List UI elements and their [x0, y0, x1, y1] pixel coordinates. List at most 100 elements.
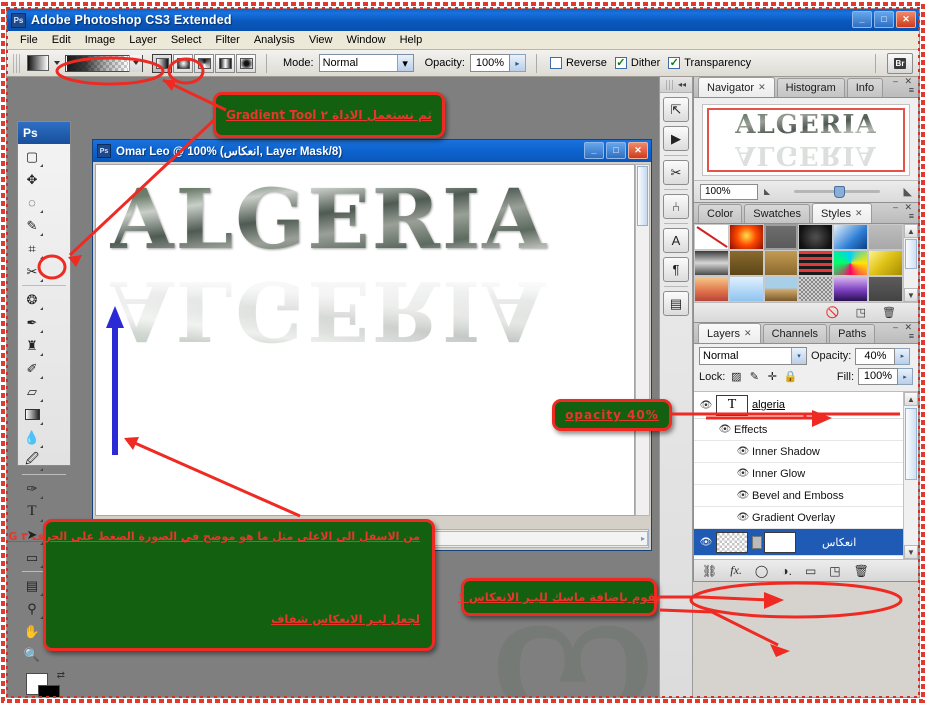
go-to-bridge-button[interactable]: Br: [887, 52, 913, 74]
hand-tool[interactable]: ✋: [19, 620, 45, 643]
document-minimize-button[interactable]: _: [584, 142, 604, 159]
opacity-slider-arrow-icon[interactable]: ▸: [509, 54, 526, 72]
dither-checkbox[interactable]: ✓ Dither: [614, 57, 660, 69]
style-swatch-confetti[interactable]: [833, 250, 869, 276]
slider-knob[interactable]: [834, 185, 846, 198]
opacity-input[interactable]: 100%: [469, 54, 510, 72]
style-swatch-brown-satin[interactable]: [728, 250, 764, 276]
reflected-gradient-button[interactable]: [215, 53, 235, 73]
clear-style-icon[interactable]: 🚫: [826, 306, 840, 319]
canvas-vertical-scrollbar[interactable]: [635, 164, 650, 516]
layers-palette-menu-icon[interactable]: ≡: [909, 331, 914, 341]
navigator-thumbnail[interactable]: ALGERIA ALGERIA: [702, 104, 910, 176]
maximize-button[interactable]: □: [874, 11, 894, 28]
options-bar-grip[interactable]: [13, 53, 20, 73]
layer-opacity-slider-icon[interactable]: ▸: [895, 347, 911, 365]
table-row[interactable]: 👁 انعكاس: [694, 529, 918, 556]
actions-panel-icon[interactable]: ▶: [663, 126, 689, 151]
background-color-swatch[interactable]: [38, 685, 60, 697]
eyedropper-tool[interactable]: ⚲: [19, 597, 45, 620]
dock-collapse-row[interactable]: ◂◂: [660, 77, 692, 93]
link-layers-icon[interactable]: ⛓: [702, 564, 717, 578]
pen-tool[interactable]: ✑: [19, 477, 45, 500]
effect-visibility-icon[interactable]: 👁: [734, 512, 752, 523]
new-layer-icon[interactable]: ◳: [829, 564, 840, 578]
transparency-checkbox[interactable]: ✓ Transparency: [668, 57, 751, 69]
style-swatch-dark-gray[interactable]: [868, 276, 903, 302]
menu-edit[interactable]: Edit: [45, 32, 78, 48]
new-adjustment-layer-icon[interactable]: ◑.: [781, 564, 792, 578]
eraser-tool[interactable]: ▱: [19, 380, 45, 403]
document-title-bar[interactable]: Ps Omar Leo @ 100% (انعكاس, Layer Mask/8…: [93, 140, 651, 162]
style-swatch-horizon[interactable]: [763, 276, 799, 302]
layer-fill-input[interactable]: 100%: [858, 368, 898, 385]
style-swatch-gray-bevel[interactable]: [763, 224, 799, 250]
menu-select[interactable]: Select: [164, 32, 209, 48]
style-swatch-noise[interactable]: [798, 276, 834, 302]
tab-channels[interactable]: Channels: [762, 324, 828, 343]
tab-layers[interactable]: Layers ✕: [698, 323, 761, 343]
tab-histogram[interactable]: Histogram: [776, 78, 845, 97]
effect-visibility-icon[interactable]: 👁: [734, 490, 752, 501]
navigator-view-box[interactable]: [707, 108, 905, 172]
menu-filter[interactable]: Filter: [208, 32, 246, 48]
new-group-icon[interactable]: ▭: [805, 564, 816, 578]
canvas[interactable]: ALGERIA ALGERIA: [95, 164, 635, 516]
minimize-button[interactable]: _: [852, 11, 872, 28]
add-layer-style-icon[interactable]: fx.: [730, 563, 742, 578]
list-item[interactable]: 👁 Bevel and Emboss: [694, 485, 918, 507]
style-swatch-flat-gray[interactable]: [868, 224, 903, 250]
style-swatch-stripes[interactable]: [798, 250, 834, 276]
style-swatch-sunset[interactable]: [694, 276, 729, 302]
layer-thumbnail[interactable]: T: [716, 394, 748, 416]
menu-layer[interactable]: Layer: [122, 32, 164, 48]
zoom-tool[interactable]: 🔍: [19, 643, 45, 666]
layers-list[interactable]: 👁 T algeria fx 👁 Effects 👁 Inner Shadow: [694, 391, 918, 559]
tab-swatches[interactable]: Swatches: [744, 204, 810, 223]
close-button[interactable]: ✕: [896, 11, 916, 28]
add-layer-mask-icon[interactable]: ◯: [755, 564, 768, 578]
list-item[interactable]: 👁 Gradient Overlay: [694, 507, 918, 529]
menu-help[interactable]: Help: [393, 32, 430, 48]
scroll-down-icon[interactable]: ▼: [904, 288, 918, 302]
tab-paths[interactable]: Paths: [829, 324, 876, 343]
delete-style-icon[interactable]: 🗑: [882, 306, 896, 319]
lock-transparent-pixels-icon[interactable]: ▨: [729, 370, 743, 383]
chevron-down-icon[interactable]: ▾: [791, 348, 806, 364]
radial-gradient-button[interactable]: [173, 53, 193, 73]
styles-scrollbar[interactable]: ▲ ▼: [903, 224, 918, 302]
styles-palette-menu-icon[interactable]: ≡: [909, 211, 914, 221]
layer-mask-thumbnail[interactable]: [764, 531, 796, 553]
history-panel-icon[interactable]: ⇱: [663, 97, 689, 122]
character-panel-icon[interactable]: A: [663, 228, 689, 253]
gradient-tool[interactable]: [19, 403, 45, 426]
scroll-right-icon[interactable]: ▸: [639, 534, 647, 543]
effect-visibility-icon[interactable]: 👁: [734, 446, 752, 457]
layer-name[interactable]: انعكاس: [800, 536, 856, 549]
close-icon[interactable]: ✕: [758, 82, 766, 93]
layers-scrollbar[interactable]: ▲ ▼: [903, 392, 918, 559]
zoom-out-icon[interactable]: ◣: [764, 187, 770, 196]
new-style-icon[interactable]: ◳: [856, 306, 866, 319]
lock-all-icon[interactable]: 🔒: [783, 370, 797, 383]
tab-info[interactable]: Info: [846, 78, 884, 97]
effect-visibility-icon[interactable]: 👁: [734, 468, 752, 479]
layer-fill-slider-icon[interactable]: ▸: [898, 368, 913, 385]
blur-tool[interactable]: 💧: [19, 426, 45, 449]
layer-visibility-icon[interactable]: 👁: [696, 537, 716, 548]
dodge-tool[interactable]: 🖉: [19, 449, 45, 472]
reverse-checkbox[interactable]: Reverse: [549, 57, 607, 69]
style-swatch-purple-glass[interactable]: [833, 276, 869, 302]
document-close-button[interactable]: ✕: [628, 142, 648, 159]
effects-visibility-icon[interactable]: 👁: [716, 424, 734, 435]
close-icon[interactable]: ✕: [855, 208, 863, 219]
navigator-palette-menu-icon[interactable]: ≡: [909, 85, 914, 95]
style-swatch-tan[interactable]: [763, 250, 799, 276]
menu-window[interactable]: Window: [339, 32, 392, 48]
style-swatch-chrome[interactable]: [694, 250, 729, 276]
menu-view[interactable]: View: [302, 32, 340, 48]
style-swatch-dark-emboss[interactable]: [798, 224, 834, 250]
list-item[interactable]: 👁 Effects: [694, 419, 918, 441]
document-maximize-button[interactable]: □: [606, 142, 626, 159]
style-swatch-ice-blue[interactable]: [728, 276, 764, 302]
